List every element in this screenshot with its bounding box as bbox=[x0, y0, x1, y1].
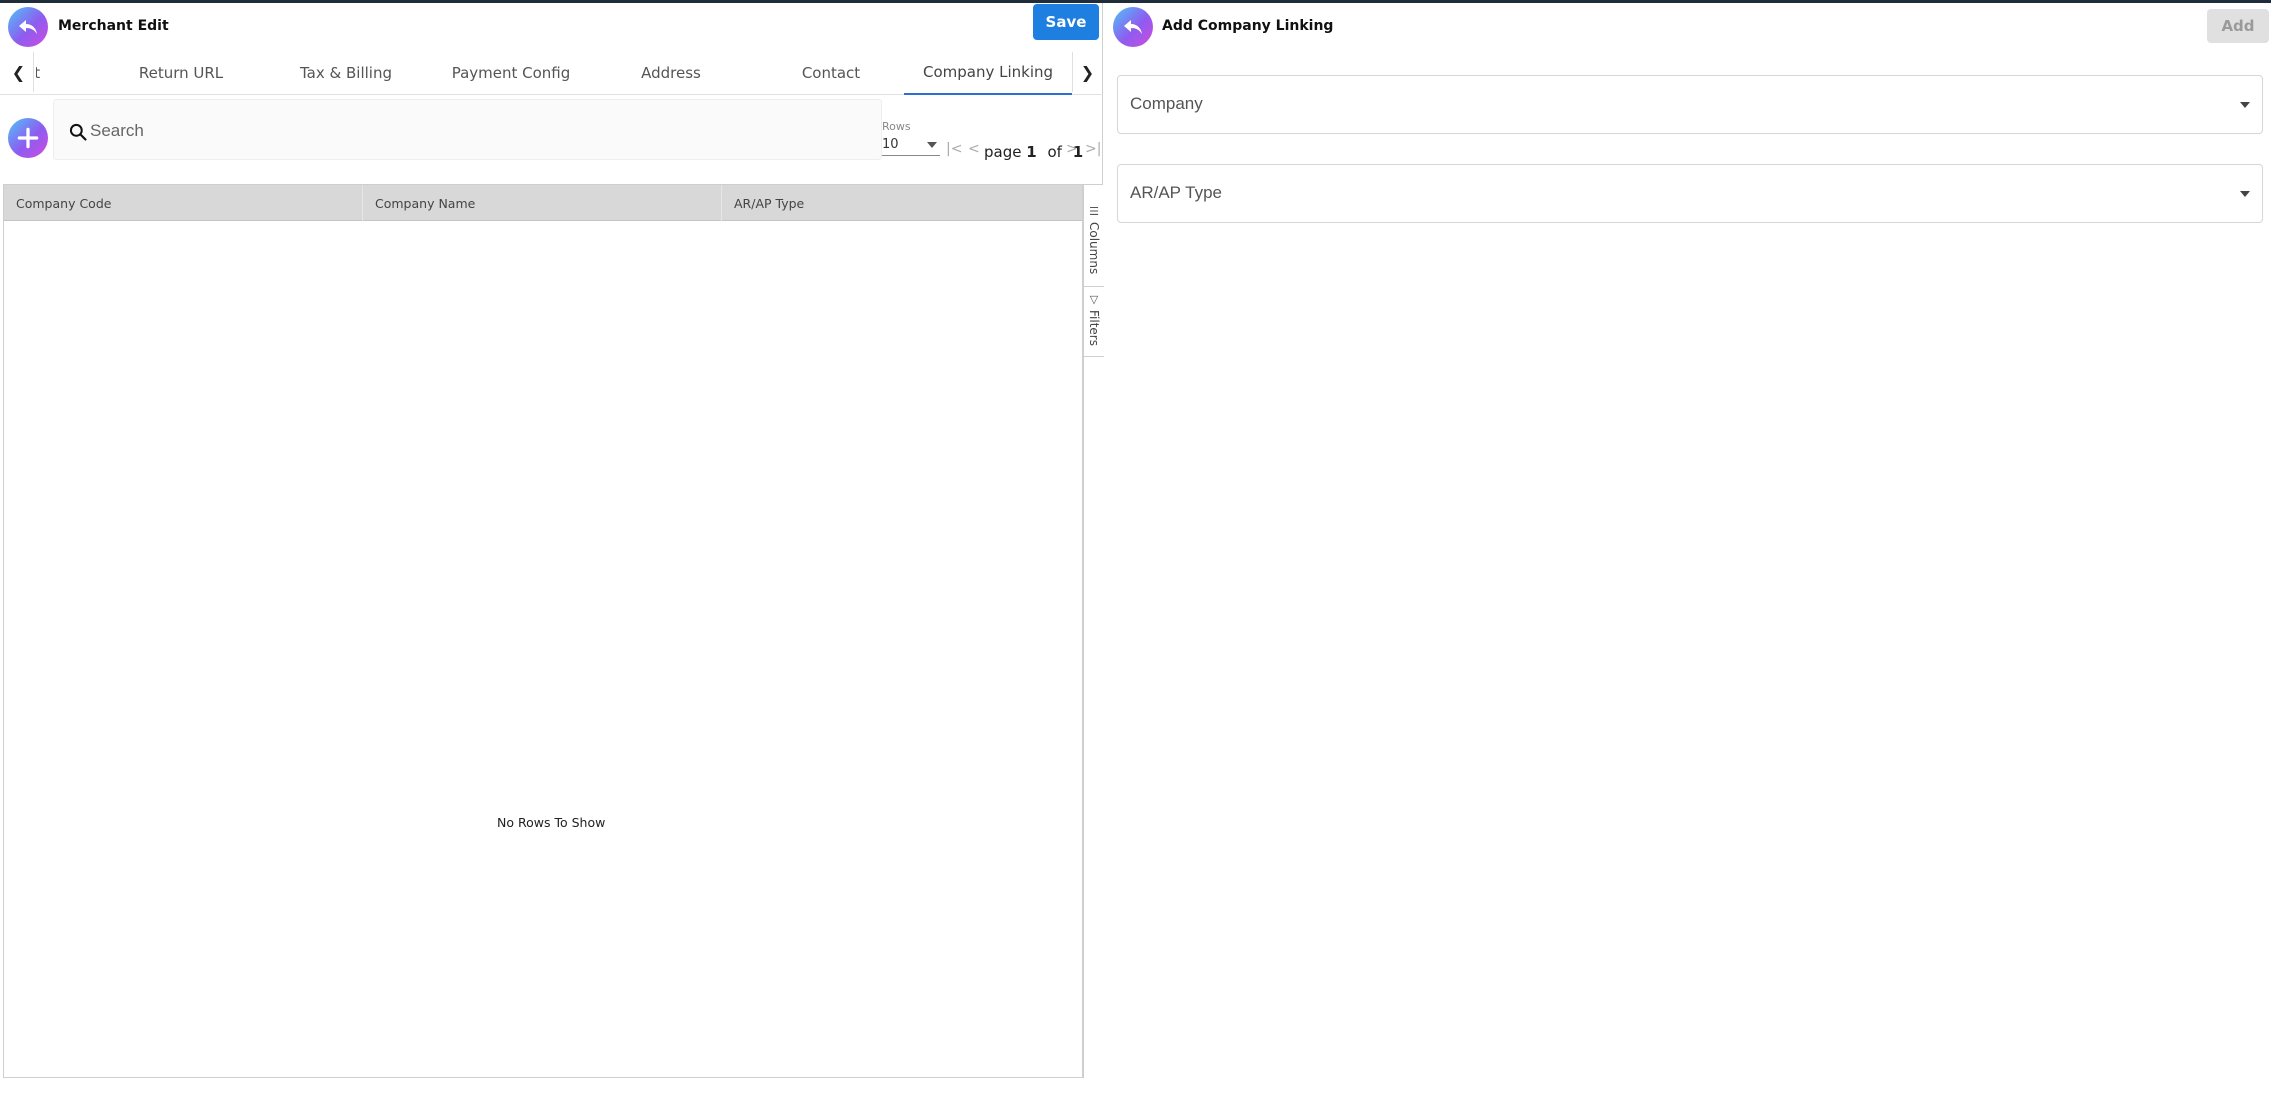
tab-tax-billing[interactable]: Tax & Billing bbox=[286, 50, 406, 95]
search-input[interactable] bbox=[90, 114, 870, 148]
columns-icon: ☰ bbox=[1089, 205, 1099, 218]
tab-payment-config[interactable]: Payment Config bbox=[446, 50, 576, 95]
tab-contact[interactable]: Contact bbox=[776, 50, 886, 95]
rows-label: Rows bbox=[882, 120, 911, 133]
tab-return-url[interactable]: Return URL bbox=[126, 50, 236, 95]
page-of: of bbox=[1047, 143, 1062, 161]
column-company-code[interactable]: Company Code bbox=[4, 185, 363, 221]
company-select[interactable]: Company bbox=[1117, 75, 2263, 134]
arap-type-select[interactable]: AR/AP Type bbox=[1117, 164, 2263, 223]
page-title: Merchant Edit bbox=[58, 18, 169, 34]
page-prefix: page bbox=[984, 143, 1022, 161]
search-icon bbox=[69, 123, 87, 141]
filters-side-tab[interactable]: ▽ Filters bbox=[1084, 287, 1104, 357]
columns-side-tab[interactable]: ☰ Columns bbox=[1084, 205, 1104, 287]
company-select-placeholder: Company bbox=[1130, 94, 1203, 113]
caret-down-icon bbox=[2240, 191, 2250, 197]
back-arrow-icon bbox=[19, 20, 37, 34]
back-arrow-icon bbox=[1124, 20, 1142, 34]
add-button[interactable] bbox=[8, 118, 48, 158]
first-page-icon[interactable]: |< bbox=[946, 141, 962, 157]
back-button[interactable] bbox=[8, 7, 48, 47]
company-grid: Company Code Company Name AR/AP Type No … bbox=[3, 184, 1083, 1078]
prev-page-icon[interactable]: < bbox=[968, 141, 980, 157]
arap-type-select-placeholder: AR/AP Type bbox=[1130, 183, 1222, 202]
tab-viewport: Contact Return URL Tax & Billing Payment… bbox=[36, 50, 1072, 95]
caret-down-icon bbox=[2240, 102, 2250, 108]
search-box bbox=[53, 99, 882, 160]
caret-down-icon bbox=[927, 142, 937, 148]
rows-per-page-select[interactable]: 10 bbox=[882, 134, 940, 156]
filters-label: Filters bbox=[1087, 310, 1101, 346]
add-submit-button[interactable]: Add bbox=[2207, 9, 2269, 43]
column-arap-type[interactable]: AR/AP Type bbox=[722, 185, 1082, 221]
tab-bar: ❮ Contact Return URL Tax & Billing Payme… bbox=[0, 50, 1103, 95]
chevron-right-icon: ❯ bbox=[1080, 62, 1095, 82]
rows-value: 10 bbox=[882, 137, 899, 152]
page-current: 1 bbox=[1026, 143, 1037, 161]
tab-company-linking[interactable]: Company Linking bbox=[904, 50, 1072, 95]
filter-icon: ▽ bbox=[1089, 293, 1099, 306]
plus-icon bbox=[17, 127, 39, 149]
panel-title: Add Company Linking bbox=[1162, 18, 1334, 34]
save-button[interactable]: Save bbox=[1033, 4, 1099, 40]
column-company-name[interactable]: Company Name bbox=[363, 185, 722, 221]
next-page-icon[interactable]: > bbox=[1066, 141, 1078, 157]
tab-contact-partial[interactable]: Contact bbox=[36, 50, 56, 95]
tabs-scroll-right[interactable]: ❯ bbox=[1072, 52, 1102, 92]
grid-side-bar: ☰ Columns ▽ Filters bbox=[1083, 184, 1104, 1078]
chevron-left-icon: ❮ bbox=[11, 62, 26, 82]
tab-address[interactable]: Address bbox=[616, 50, 726, 95]
add-company-linking-panel: Add Company Linking Add Company AR/AP Ty… bbox=[1104, 3, 2271, 1078]
last-page-icon[interactable]: >| bbox=[1085, 141, 1101, 157]
columns-label: Columns bbox=[1087, 222, 1101, 275]
right-back-button[interactable] bbox=[1113, 7, 1153, 47]
grid-header: Company Code Company Name AR/AP Type bbox=[4, 185, 1082, 221]
tabs-scroll-left[interactable]: ❮ bbox=[4, 52, 34, 92]
merchant-edit-panel: Merchant Edit Save ❮ Contact Return URL … bbox=[0, 3, 1104, 1078]
no-rows-message: No Rows To Show bbox=[497, 815, 606, 830]
